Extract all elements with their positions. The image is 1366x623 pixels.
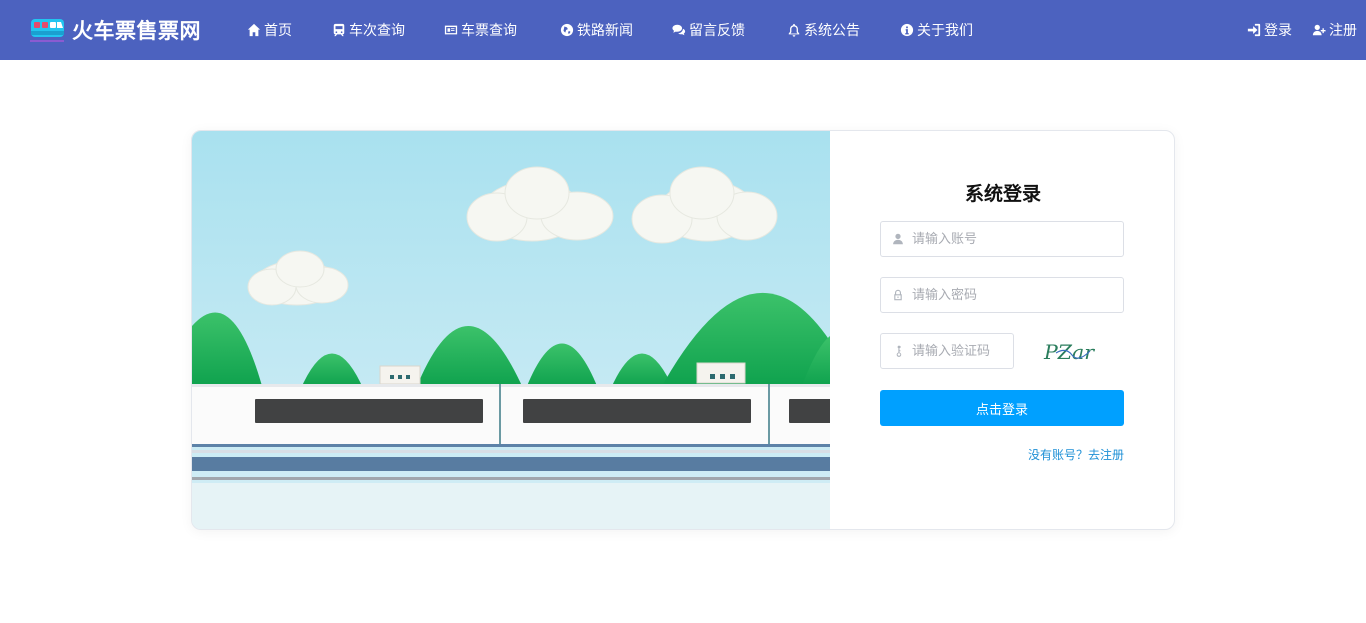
nav-home[interactable]: 首页: [247, 0, 292, 60]
bell-icon: [788, 23, 800, 37]
login-form-panel: 系统登录 PZar 点击登录 没有账号？去注册: [830, 131, 1174, 529]
globe-icon: [560, 23, 574, 37]
ticket-icon: [444, 25, 458, 35]
login-card: 系统登录 PZar 点击登录 没有账号？去注册: [191, 130, 1175, 530]
nav-register[interactable]: 注册: [1312, 0, 1357, 60]
train-icon: [333, 23, 345, 37]
username-field[interactable]: [880, 221, 1124, 257]
nav-announcements-label: 系统公告: [804, 23, 860, 39]
user-plus-icon: [1312, 24, 1326, 36]
lock-icon: [894, 289, 902, 301]
top-navbar: 火车票售票网 首页 车次查询 车票查询 铁路新闻 留言反馈 系统公告 关于我们 …: [0, 0, 1366, 60]
username-input[interactable]: [912, 222, 1102, 256]
app-title: 火车票售票网: [72, 19, 201, 43]
password-input[interactable]: [912, 278, 1102, 312]
password-field[interactable]: [880, 277, 1124, 313]
nav-ticket-search-label: 车票查询: [461, 23, 517, 39]
captcha-field[interactable]: [880, 333, 1014, 369]
nav-feedback[interactable]: 留言反馈: [672, 0, 745, 60]
nav-railway-news-label: 铁路新闻: [577, 23, 633, 39]
captcha-input[interactable]: [912, 334, 1008, 368]
nav-feedback-label: 留言反馈: [689, 23, 745, 39]
sign-in-icon: [1247, 23, 1261, 37]
home-icon: [247, 23, 261, 37]
nav-ticket-search[interactable]: 车票查询: [444, 0, 517, 60]
brand[interactable]: 火车票售票网: [30, 15, 201, 45]
train-logo-icon: [30, 16, 66, 44]
nav-about-us[interactable]: 关于我们: [900, 0, 973, 60]
register-link[interactable]: 没有账号？去注册: [1028, 446, 1124, 463]
login-title: 系统登录: [964, 183, 1041, 205]
nav-about-us-label: 关于我们: [917, 23, 973, 39]
captcha-image[interactable]: PZar: [1042, 337, 1098, 367]
nav-train-search-label: 车次查询: [349, 23, 405, 39]
user-icon: [893, 233, 903, 245]
info-icon: [900, 23, 914, 37]
nav-announcements[interactable]: 系统公告: [787, 0, 860, 60]
train-illustration: [192, 131, 830, 529]
nav-login[interactable]: 登录: [1247, 0, 1292, 60]
login-button[interactable]: 点击登录: [880, 390, 1124, 426]
nav-home-label: 首页: [264, 23, 292, 39]
nav-register-label: 注册: [1329, 23, 1357, 39]
nav-login-label: 登录: [1264, 23, 1292, 39]
nav-train-search[interactable]: 车次查询: [332, 0, 405, 60]
key-icon: [896, 345, 902, 357]
comments-icon: [672, 24, 686, 36]
nav-railway-news[interactable]: 铁路新闻: [560, 0, 633, 60]
